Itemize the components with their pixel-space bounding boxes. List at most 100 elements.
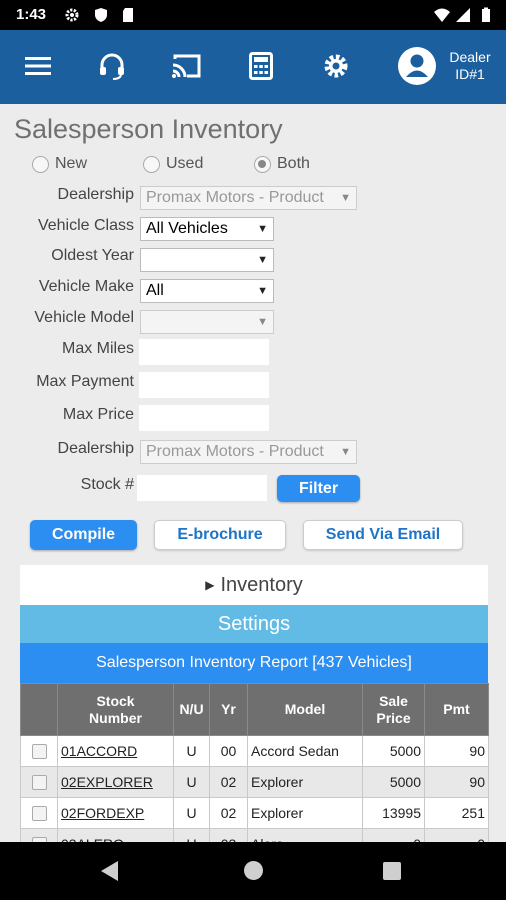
price-cell: 0 (362, 828, 425, 842)
row-checkbox[interactable] (31, 743, 47, 759)
vehicle-make-value: All (146, 282, 164, 299)
system-nav-bar (0, 842, 506, 900)
model-cell: Accord Sedan (247, 735, 363, 767)
model-cell: Explorer (247, 766, 363, 798)
max-price-input[interactable] (139, 405, 269, 431)
select-column-header (20, 683, 58, 736)
dealer-line2: ID#1 (455, 66, 485, 82)
stock-input[interactable] (137, 475, 267, 501)
price-cell: 13995 (362, 797, 425, 829)
stock-header-line2: Number (89, 709, 142, 726)
table-row: 02FORDEXP U 02 Explorer 13995 251 (20, 797, 489, 829)
radio-used[interactable]: Used (143, 155, 203, 173)
radio-both-label: Both (277, 155, 310, 172)
dealership-label: Dealership (57, 186, 134, 203)
row-select-cell (20, 766, 58, 798)
recents-icon[interactable] (383, 862, 401, 880)
dealership-select[interactable]: Promax Motors - Product ▼ (140, 186, 357, 210)
chevron-down-icon: ▼ (257, 223, 268, 235)
vehicle-class-label: Vehicle Class (37, 217, 134, 234)
model-column-header[interactable]: Model (247, 683, 363, 736)
yr-column-header[interactable]: Yr (209, 683, 248, 736)
avatar[interactable] (398, 47, 436, 85)
battery-status-icon (482, 7, 490, 22)
inventory-table: Stock Number N/U Yr Model Sale Price Pmt… (20, 683, 489, 842)
max-miles-input[interactable] (139, 339, 269, 365)
chevron-down-icon: ▼ (340, 192, 351, 204)
stock-cell[interactable]: 03ALERO (57, 828, 174, 842)
back-icon[interactable] (101, 861, 118, 881)
chevron-down-icon: ▼ (257, 254, 268, 266)
row-checkbox[interactable] (31, 805, 47, 821)
sdcard-status-icon (123, 8, 133, 22)
radio-both[interactable]: Both (254, 155, 310, 173)
stock-cell[interactable]: 02EXPLORER (57, 766, 174, 798)
settings-toggle[interactable]: Settings (20, 605, 488, 643)
stock-cell[interactable]: 01ACCORD (57, 735, 174, 767)
dealership2-select[interactable]: Promax Motors - Product ▼ (140, 440, 357, 464)
send-email-button[interactable]: Send Via Email (303, 520, 463, 550)
inventory-toggle[interactable]: ▶ Inventory (20, 565, 488, 605)
page-title: Salesperson Inventory (14, 114, 283, 144)
vehicle-class-value: All Vehicles (146, 220, 228, 237)
vehicle-class-select[interactable]: All Vehicles ▼ (140, 217, 274, 241)
vehicle-model-label: Vehicle Model (34, 309, 134, 326)
gear-status-icon (65, 8, 79, 22)
chevron-down-icon: ▼ (257, 316, 268, 328)
dealership-select-value: Promax Motors - Product (146, 189, 324, 206)
vehicle-make-label: Vehicle Make (38, 278, 134, 295)
cast-icon[interactable] (166, 46, 206, 86)
oldest-year-label: Oldest Year (51, 247, 134, 264)
hamburger-icon[interactable] (18, 46, 58, 86)
caret-right-icon: ▶ (205, 578, 215, 592)
max-payment-label: Max Payment (36, 373, 134, 390)
nu-column-header[interactable]: N/U (173, 683, 210, 736)
stock-column-header[interactable]: Stock Number (57, 683, 174, 736)
radio-new-label: New (55, 155, 88, 172)
report-title: Salesperson Inventory Report [437 Vehicl… (20, 643, 488, 683)
radio-new-dot[interactable] (32, 155, 49, 173)
home-icon[interactable] (244, 861, 263, 880)
shield-status-icon (95, 8, 107, 22)
pmt-cell: 251 (424, 797, 489, 829)
gear-icon[interactable] (316, 46, 356, 86)
dealership2-select-value: Promax Motors - Product (146, 443, 324, 460)
vehicle-make-select[interactable]: All ▼ (140, 279, 274, 303)
price-column-header[interactable]: Sale Price (362, 683, 425, 736)
row-checkbox[interactable] (31, 774, 47, 790)
stock-header-line1: Stock (96, 692, 135, 709)
radio-used-dot[interactable] (143, 155, 160, 173)
row-select-cell (20, 735, 58, 767)
nu-cell: U (173, 735, 210, 767)
max-payment-input[interactable] (139, 372, 269, 398)
filter-button[interactable]: Filter (277, 475, 360, 502)
yr-cell: 00 (209, 735, 248, 767)
pmt-column-header[interactable]: Pmt (424, 683, 489, 736)
status-time: 1:43 (16, 6, 47, 23)
model-cell: Alero (247, 828, 363, 842)
chevron-down-icon: ▼ (340, 446, 351, 458)
radio-both-dot[interactable] (254, 155, 271, 173)
row-select-cell (20, 828, 58, 842)
compile-button[interactable]: Compile (30, 520, 137, 550)
price-cell: 5000 (362, 766, 425, 798)
calculator-icon[interactable] (241, 46, 281, 86)
status-bar: 1:43 (0, 0, 506, 30)
nu-cell: U (173, 797, 210, 829)
oldest-year-select[interactable]: ▼ (140, 248, 274, 272)
price-header-line1: Sale (379, 692, 408, 709)
model-cell: Explorer (247, 797, 363, 829)
ebrochure-button[interactable]: E-brochure (154, 520, 286, 550)
dealership2-label: Dealership (57, 440, 134, 457)
table-row: 02EXPLORER U 02 Explorer 5000 90 (20, 766, 489, 798)
yr-cell: 02 (209, 797, 248, 829)
headset-icon[interactable] (92, 46, 132, 86)
yr-cell: 02 (209, 766, 248, 798)
vehicle-model-select[interactable]: ▼ (140, 310, 274, 334)
radio-new[interactable]: New (32, 155, 87, 173)
chevron-down-icon: ▼ (257, 285, 268, 297)
dealer-id[interactable]: Dealer ID#1 (438, 49, 502, 83)
pmt-cell: 90 (424, 735, 489, 767)
stock-cell[interactable]: 02FORDEXP (57, 797, 174, 829)
yr-cell: 03 (209, 828, 248, 842)
